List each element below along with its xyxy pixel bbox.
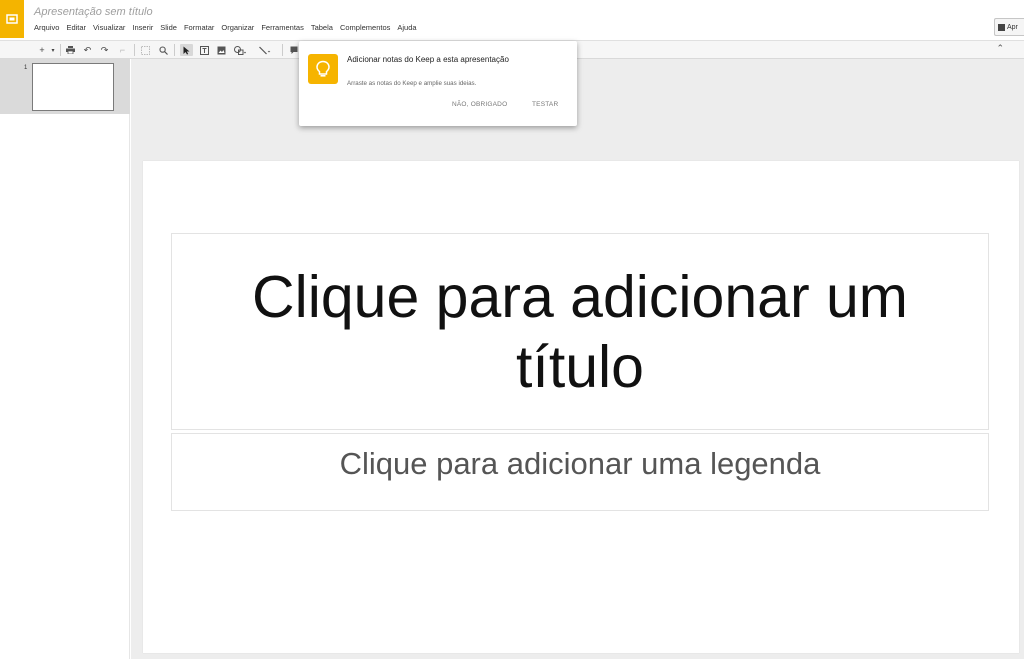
menu-slide[interactable]: Slide [160, 23, 177, 32]
subtitle-placeholder[interactable]: Clique para adicionar uma legenda [171, 433, 989, 511]
keep-promo-popup: Adicionar notas do Keep a esta apresenta… [299, 41, 577, 126]
menu-visualizar[interactable]: Visualizar [93, 23, 125, 32]
toolbar-divider [282, 44, 283, 56]
popup-description: Arraste as notas do Keep e amplie suas i… [347, 80, 477, 87]
menu-tabela[interactable]: Tabela [311, 23, 333, 32]
toolbar-divider [60, 44, 61, 56]
present-label: Apr [1007, 23, 1018, 31]
present-icon [998, 23, 1005, 31]
dismiss-button[interactable]: NÃO, OBRIGADO [452, 101, 507, 108]
menu-editar[interactable]: Editar [66, 23, 86, 32]
title-placeholder-text: Clique para adicionar um título [252, 263, 908, 400]
title-placeholder[interactable]: Clique para adicionar um título [171, 233, 989, 430]
comment-icon[interactable] [289, 44, 299, 56]
menubar: Arquivo Editar Visualizar Inserir Slide … [34, 23, 424, 32]
header: Apresentação sem título Arquivo Editar V… [0, 0, 1024, 40]
toolbar-divider [134, 44, 135, 56]
zoom-fit-icon[interactable] [140, 44, 151, 56]
line-icon[interactable] [258, 44, 272, 56]
present-button[interactable]: Apr [994, 18, 1024, 36]
zoom-icon[interactable] [158, 44, 169, 56]
menu-ferramentas[interactable]: Ferramentas [261, 23, 304, 32]
toolbar-divider [174, 44, 175, 56]
document-title[interactable]: Apresentação sem título [34, 6, 153, 18]
menu-inserir[interactable]: Inserir [132, 23, 153, 32]
slide-thumbnail[interactable] [32, 63, 114, 111]
try-button[interactable]: TESTAR [532, 101, 558, 108]
print-icon[interactable] [65, 44, 76, 56]
undo-icon[interactable]: ↶ [82, 44, 93, 56]
slides-app: Apresentação sem título Arquivo Editar V… [0, 0, 1024, 659]
collapse-icon[interactable]: ⌃ [996, 43, 1004, 54]
paint-format-icon[interactable]: ⌐ [117, 44, 128, 56]
add-dropdown-chevron-icon[interactable]: ▾ [50, 44, 56, 56]
menu-organizar[interactable]: Organizar [221, 23, 254, 32]
menu-ajuda[interactable]: Ajuda [397, 23, 416, 32]
menu-formatar[interactable]: Formatar [184, 23, 214, 32]
menu-complementos[interactable]: Complementos [340, 23, 390, 32]
editor-canvas: Clique para adicionar um título Clique p… [131, 59, 1024, 659]
menu-arquivo[interactable]: Arquivo [34, 23, 59, 32]
popup-title: Adicionar notas do Keep a esta apresenta… [347, 55, 509, 64]
subtitle-placeholder-text: Clique para adicionar uma legenda [339, 446, 821, 481]
filmstrip-slide-selected[interactable]: 1 [0, 59, 130, 114]
redo-icon[interactable]: ↷ [99, 44, 110, 56]
select-cursor-icon[interactable] [180, 44, 193, 56]
slides-logo-icon[interactable] [0, 0, 24, 38]
keep-bulb-icon [308, 54, 338, 84]
slide[interactable]: Clique para adicionar um título Clique p… [143, 161, 1019, 653]
shape-icon[interactable] [233, 44, 247, 56]
text-box-icon[interactable] [199, 44, 210, 56]
filmstrip: 1 [0, 59, 130, 659]
image-icon[interactable] [216, 44, 227, 56]
slide-number: 1 [24, 65, 28, 71]
add-icon[interactable]: + [37, 44, 47, 56]
